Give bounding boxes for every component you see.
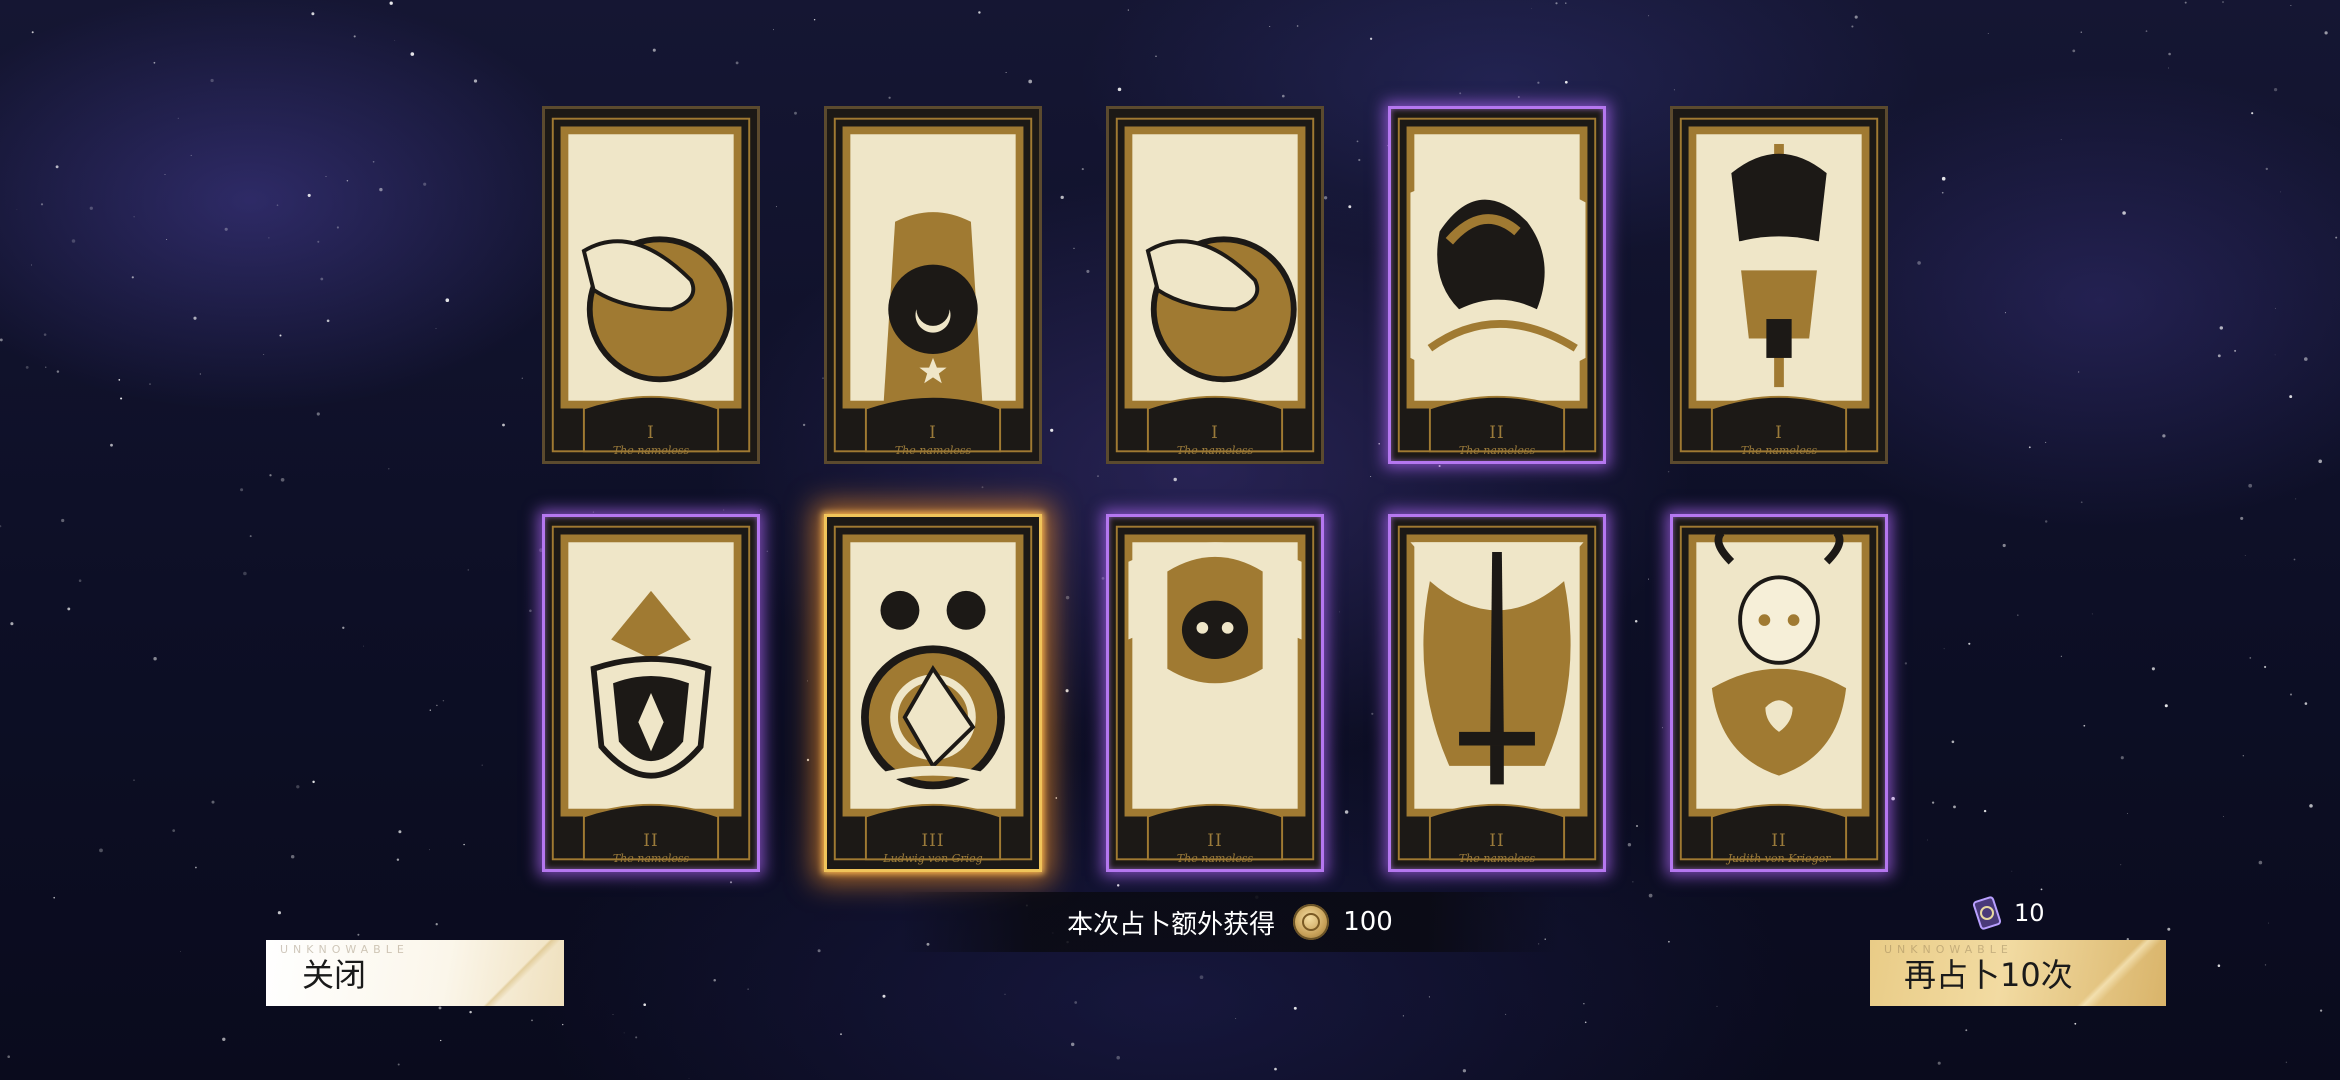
- bonus-label: 本次占卜额外获得: [1067, 909, 1276, 940]
- coin-icon: [1293, 904, 1330, 940]
- card-name: The nameless: [1458, 444, 1536, 457]
- card-numeral: III: [921, 831, 945, 851]
- card-numeral: I: [647, 423, 655, 443]
- hand-illustration: [551, 117, 751, 453]
- close-button-watermark: UNKNOWABLE: [280, 943, 409, 956]
- hand-illustration: [1115, 117, 1315, 453]
- draw-cost-amount: 10: [2014, 899, 2045, 927]
- tarot-card[interactable]: II The nameless: [1388, 514, 1606, 872]
- card-numeral: II: [643, 831, 659, 851]
- card-numeral: II: [1489, 423, 1505, 443]
- tarot-card[interactable]: II Judith von Krieger: [1670, 514, 1888, 872]
- skull-illustration: [833, 525, 1033, 861]
- ticket-icon: [1972, 896, 2002, 930]
- card-name: Ludwig von Grieg: [883, 852, 983, 865]
- card-name: Judith von Krieger: [1727, 852, 1831, 865]
- card-name: The nameless: [612, 852, 690, 865]
- close-button[interactable]: UNKNOWABLE 关闭: [266, 940, 564, 1006]
- card-name: The nameless: [612, 444, 690, 457]
- card-numeral: II: [1771, 831, 1787, 851]
- card-numeral: I: [1211, 423, 1219, 443]
- card-name: The nameless: [1176, 852, 1254, 865]
- tarot-card[interactable]: I The nameless: [1106, 106, 1324, 464]
- draw-cost: 10: [1972, 896, 2045, 930]
- tarot-card[interactable]: II The nameless: [1106, 514, 1324, 872]
- card-name: The nameless: [1176, 444, 1254, 457]
- tarot-card[interactable]: III Ludwig von Grieg: [824, 514, 1042, 872]
- draw-again-label: 再占卜10次: [1904, 956, 2073, 994]
- card-name: The nameless: [1740, 444, 1818, 457]
- tarot-card[interactable]: I The nameless: [824, 106, 1042, 464]
- tarot-card[interactable]: I The nameless: [542, 106, 760, 464]
- moon-figure-illustration: [833, 117, 1033, 453]
- bird-illustration: [1397, 117, 1597, 453]
- card-name: The nameless: [894, 444, 972, 457]
- hooded-illustration: [1115, 525, 1315, 861]
- card-numeral: I: [1775, 423, 1783, 443]
- girl-illustration: [1679, 525, 1879, 861]
- card-name: The nameless: [1458, 852, 1536, 865]
- card-numeral: II: [1489, 831, 1505, 851]
- bonus-reward-bar: 本次占卜额外获得 100: [900, 892, 1560, 952]
- close-button-label: 关闭: [302, 956, 367, 994]
- tarot-card[interactable]: II The nameless: [542, 514, 760, 872]
- bonus-amount: 100: [1343, 907, 1393, 937]
- shield-illustration: [551, 525, 751, 861]
- tarot-card[interactable]: I The nameless: [1670, 106, 1888, 464]
- sword-illustration: [1397, 525, 1597, 861]
- card-numeral: II: [1207, 831, 1223, 851]
- draw-again-watermark: UNKNOWABLE: [1884, 943, 2013, 956]
- draw-again-button[interactable]: UNKNOWABLE 再占卜10次: [1870, 940, 2166, 1006]
- sword-armor-illustration: [1679, 117, 1879, 453]
- card-numeral: I: [929, 423, 937, 443]
- tarot-card[interactable]: II The nameless: [1388, 106, 1606, 464]
